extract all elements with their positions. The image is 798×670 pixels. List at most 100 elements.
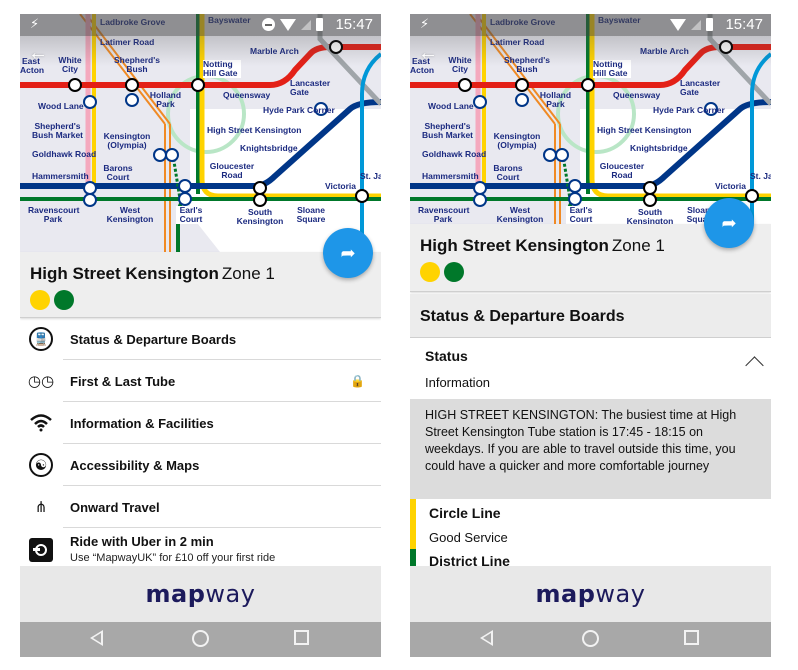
signal-icon	[691, 19, 701, 30]
nav-back-icon[interactable]	[90, 630, 103, 646]
map-label[interactable]: Kensington (Olympia)	[492, 132, 542, 150]
mapway-logo: mapway	[536, 580, 646, 608]
map-label[interactable]: Wood Lane	[428, 102, 474, 111]
map-label[interactable]: Knightsbridge	[630, 144, 688, 153]
status-bar: ⚡ 15:47	[20, 14, 381, 36]
map-label[interactable]: Victoria	[715, 182, 746, 191]
wifi-icon	[670, 18, 686, 31]
footer: mapway	[20, 566, 381, 622]
directions-button[interactable]: ➦	[704, 198, 754, 248]
map-label[interactable]: High Street Kensington	[207, 126, 301, 135]
map-label[interactable]: Lancaster Gate	[290, 79, 330, 97]
logo-bold: map	[535, 580, 596, 608]
map-label[interactable]: Hammersmith	[422, 172, 479, 181]
status-info-text: HIGH STREET KENSINGTON: The busiest time…	[410, 399, 771, 499]
menu-item-first-last[interactable]: ◷◷ First & Last Tube 🔒	[20, 360, 381, 402]
nav-home-icon[interactable]	[582, 630, 599, 647]
status-bar: ⚡ 15:47	[410, 14, 771, 36]
line-service-status: Good Service	[429, 530, 508, 545]
circle-line-color-bar	[410, 499, 416, 549]
map-label[interactable]: Wood Lane	[38, 102, 84, 111]
battery-icon	[316, 18, 323, 31]
map-label[interactable]: South Kensington	[235, 208, 285, 226]
nav-home-icon[interactable]	[192, 630, 209, 647]
map-label[interactable]: Gloucester Road	[598, 162, 646, 180]
map-label[interactable]: High Street Kensington	[597, 126, 691, 135]
map-label[interactable]: Shepherd's Bush Market	[420, 122, 475, 140]
section-title[interactable]: Status & Departure Boards	[410, 294, 771, 338]
android-nav-bar	[410, 622, 771, 657]
nav-recents-icon[interactable]	[684, 630, 699, 645]
map-label[interactable]: Earl's Court	[176, 206, 206, 224]
uber-promo-text: Use “MapwayUK” for £10 off your first ri…	[70, 552, 276, 564]
battery-icon	[706, 18, 713, 31]
map-label[interactable]: Barons Court	[102, 164, 134, 182]
wifi-icon	[280, 18, 296, 31]
map-label[interactable]: Lancaster Gate	[680, 79, 720, 97]
mapway-logo: mapway	[146, 580, 256, 608]
district-line-color-bar	[410, 549, 416, 566]
dnd-icon	[262, 18, 275, 31]
menu-item-label: Accessibility & Maps	[70, 457, 200, 473]
map-label[interactable]: Holland Park	[538, 91, 573, 109]
charging-icon: ⚡	[420, 16, 430, 31]
map-label[interactable]: Ravenscourt Park	[418, 206, 470, 224]
map-label[interactable]: South Kensington	[625, 208, 675, 225]
station-zone: Zone 1	[611, 236, 665, 255]
map-label[interactable]: St. James's Park	[360, 172, 381, 181]
map-label[interactable]: Victoria	[325, 182, 356, 191]
map-label[interactable]: West Kensington	[496, 206, 544, 224]
map-label[interactable]: Goldhawk Road	[422, 150, 486, 159]
line-name: Circle Line	[429, 505, 501, 521]
clocks-icon: ◷◷	[27, 373, 55, 390]
map-label[interactable]: Hammersmith	[32, 172, 89, 181]
lock-icon: 🔒	[350, 374, 365, 388]
uber-icon	[28, 537, 54, 563]
map-label[interactable]: Holland Park	[148, 91, 183, 109]
screen-station-menu: Ladbroke Grove Bayswater Latimer Road Ma…	[20, 14, 381, 657]
district-line-dot	[444, 262, 464, 282]
menu-item-onward-travel[interactable]: ⋔ Onward Travel	[20, 486, 381, 528]
map-label[interactable]: Barons Court	[492, 164, 524, 182]
back-arrow-icon[interactable]: ←	[28, 42, 48, 65]
nav-recents-icon[interactable]	[294, 630, 309, 645]
circle-line-dot	[420, 262, 440, 282]
map-label[interactable]: Kensington (Olympia)	[102, 132, 152, 150]
map-shade	[410, 36, 771, 66]
menu-item-information[interactable]: Information & Facilities	[20, 402, 381, 444]
line-status-row[interactable]: Circle Line Good Service	[410, 499, 771, 549]
district-line-dot	[54, 290, 74, 310]
menu-item-status[interactable]: 🚆 Status & Departure Boards	[20, 318, 381, 360]
map-label[interactable]: West Kensington	[106, 206, 154, 224]
status-accordion-header[interactable]: Status Information	[410, 339, 771, 399]
map-label[interactable]: Hyde Park Corner	[263, 106, 335, 115]
screen-status-detail: Ladbroke Grove Bayswater Latimer Road Ma…	[410, 14, 771, 657]
menu-item-accessibility[interactable]: ☯ Accessibility & Maps	[20, 444, 381, 486]
status-subtitle: Information	[425, 375, 491, 390]
logo-light: way	[205, 580, 256, 608]
wifi-icon	[28, 410, 54, 436]
map-label[interactable]: Knightsbridge	[240, 144, 298, 153]
map-label[interactable]: Hyde Park Corner	[653, 106, 725, 115]
map-label[interactable]: Queensway	[223, 91, 270, 100]
map-label[interactable]: Queensway	[613, 91, 660, 100]
map-label[interactable]: Goldhawk Road	[32, 150, 96, 159]
train-icon: 🚆	[28, 326, 54, 352]
clock: 15:47	[335, 16, 373, 33]
map-label[interactable]: Sloane Square	[294, 206, 328, 224]
station-name: High Street Kensington	[30, 264, 219, 283]
nav-back-icon[interactable]	[480, 630, 493, 646]
map-label[interactable]: Shepherd's Bush Market	[30, 122, 85, 140]
map-label[interactable]: St. James's Park	[750, 172, 771, 181]
map-label[interactable]: Earl's Court	[566, 206, 596, 224]
line-status-row[interactable]: District Line	[410, 549, 771, 566]
menu-item-label: First & Last Tube	[70, 373, 176, 389]
map-label[interactable]: Gloucester Road	[208, 162, 256, 180]
menu-item-label: Onward Travel	[70, 499, 160, 515]
directions-button[interactable]: ➦	[323, 228, 373, 278]
chevron-up-icon[interactable]	[745, 356, 764, 375]
back-arrow-icon[interactable]: ←	[418, 42, 438, 65]
map-label[interactable]: Ravenscourt Park	[28, 206, 80, 224]
logo-bold: map	[145, 580, 206, 608]
menu-item-label: Status & Departure Boards	[70, 331, 237, 347]
